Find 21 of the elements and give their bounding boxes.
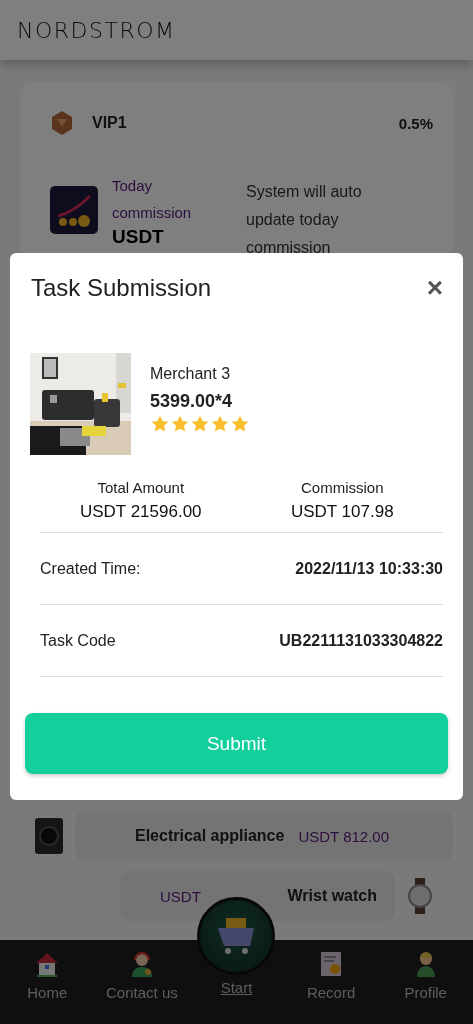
total-label: Commission <box>301 479 384 496</box>
dialog-title: Task Submission <box>31 274 212 302</box>
product-name: Electrical appliance <box>135 827 285 845</box>
total-label: Total Amount <box>97 479 185 496</box>
product-name: Wrist watch <box>287 887 377 905</box>
product-price: USDT 812.00 <box>298 827 389 845</box>
vip-level: VIP1 <box>92 114 128 132</box>
logo: NORDSTROM <box>17 17 176 43</box>
detail-value: 2022/11/13 10:33:30 <box>295 559 443 578</box>
product-price: USDT <box>160 887 201 905</box>
detail-label: Task Code <box>40 631 116 650</box>
product-price: 5399.00*4 <box>150 391 234 412</box>
commission-title: Today commission <box>112 176 193 223</box>
detail-label: Created Time: <box>40 559 141 578</box>
commission-amount: USDT <box>112 226 165 248</box>
total-value: USDT 107.98 <box>290 502 394 522</box>
commission-rate: 0.5% <box>398 114 433 132</box>
commission-note: System will auto update today commission <box>246 182 363 258</box>
detail-value: UB2211131033304822 <box>279 631 443 650</box>
total-value: USDT 21596.00 <box>79 502 202 522</box>
merchant-name: Merchant 3 <box>150 365 232 383</box>
